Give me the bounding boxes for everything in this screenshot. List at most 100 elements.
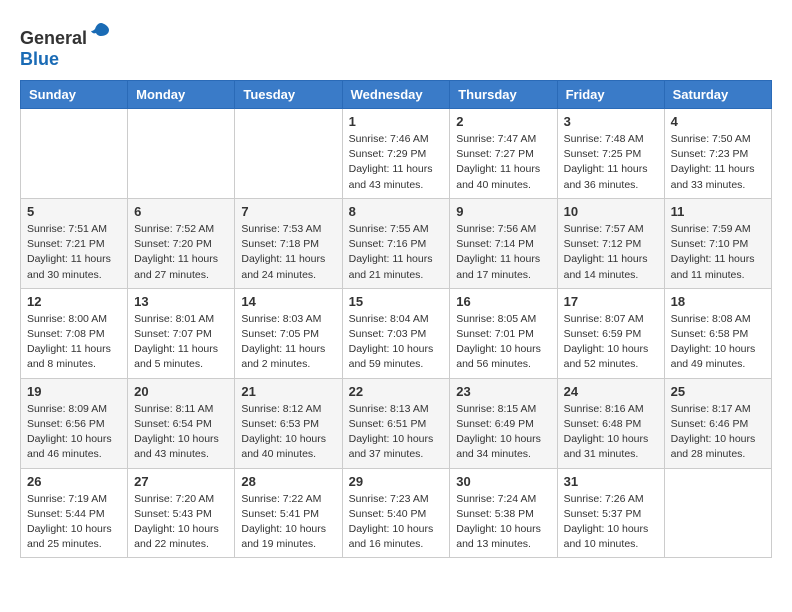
calendar-cell: 10Sunrise: 7:57 AM Sunset: 7:12 PM Dayli…	[557, 198, 664, 288]
calendar-cell: 26 Sunrise: 7:19 AM Sunset: 5:44 PM Dayli…	[21, 468, 128, 558]
day-number: 6	[134, 204, 228, 219]
day-info: Sunrise: 7:24 AM Sunset: 5:38 PM Dayligh…	[456, 492, 550, 553]
day-info: Sunrise: 8:17 AM Sunset: 6:46 PM Dayligh…	[671, 402, 765, 463]
day-info: Sunrise: 7:46 AM Sunset: 7:29 PM Dayligh…	[349, 132, 444, 193]
calendar-cell: 14 Sunrise: 8:03 AM Sunset: 7:05 PM Dayli…	[235, 288, 342, 378]
day-info: Sunrise: 8:12 AM Sunset: 6:53 PM Dayligh…	[241, 402, 335, 463]
day-number: 9	[456, 204, 550, 219]
calendar-cell	[664, 468, 771, 558]
calendar-cell: 12Sunrise: 8:00 AM Sunset: 7:08 PM Dayli…	[21, 288, 128, 378]
calendar-cell: 9Sunrise: 7:56 AM Sunset: 7:14 PM Daylig…	[450, 198, 557, 288]
day-info: Sunrise: 8:11 AM Sunset: 6:54 PM Dayligh…	[134, 402, 228, 463]
calendar-cell: 3 Sunrise: 7:48 AM Sunset: 7:25 PM Daylig…	[557, 109, 664, 199]
calendar-cell: 18 Sunrise: 8:08 AM Sunset: 6:58 PM Dayli…	[664, 288, 771, 378]
day-info: Sunrise: 7:48 AM Sunset: 7:25 PM Dayligh…	[564, 132, 658, 193]
calendar-cell	[235, 109, 342, 199]
day-number: 19	[27, 384, 121, 399]
day-info: Sunrise: 7:47 AM Sunset: 7:27 PM Dayligh…	[456, 132, 550, 193]
day-number: 15	[349, 294, 444, 309]
calendar-cell: 1Sunrise: 7:46 AM Sunset: 7:29 PM Daylig…	[342, 109, 450, 199]
day-info: Sunrise: 7:59 AM Sunset: 7:10 PM Dayligh…	[671, 222, 765, 283]
calendar-cell: 11 Sunrise: 7:59 AM Sunset: 7:10 PM Dayli…	[664, 198, 771, 288]
calendar-cell	[21, 109, 128, 199]
calendar-cell: 2 Sunrise: 7:47 AM Sunset: 7:27 PM Daylig…	[450, 109, 557, 199]
day-number: 14	[241, 294, 335, 309]
day-number: 22	[349, 384, 444, 399]
calendar-cell: 30Sunrise: 7:24 AM Sunset: 5:38 PM Dayli…	[450, 468, 557, 558]
page-header: General Blue	[20, 20, 772, 70]
calendar-cell: 22Sunrise: 8:13 AM Sunset: 6:51 PM Dayli…	[342, 378, 450, 468]
calendar-week-4: 19 Sunrise: 8:09 AM Sunset: 6:56 PM Dayli…	[21, 378, 772, 468]
day-number: 11	[671, 204, 765, 219]
day-info: Sunrise: 8:00 AM Sunset: 7:08 PM Dayligh…	[27, 312, 121, 373]
calendar-cell: 15 Sunrise: 8:04 AM Sunset: 7:03 PM Dayli…	[342, 288, 450, 378]
calendar-cell: 31 Sunrise: 7:26 AM Sunset: 5:37 PM Dayli…	[557, 468, 664, 558]
day-number: 29	[349, 474, 444, 489]
calendar-cell: 17Sunrise: 8:07 AM Sunset: 6:59 PM Dayli…	[557, 288, 664, 378]
day-info: Sunrise: 8:08 AM Sunset: 6:58 PM Dayligh…	[671, 312, 765, 373]
day-number: 18	[671, 294, 765, 309]
day-info: Sunrise: 7:22 AM Sunset: 5:41 PM Dayligh…	[241, 492, 335, 553]
day-info: Sunrise: 8:01 AM Sunset: 7:07 PM Dayligh…	[134, 312, 228, 373]
day-number: 20	[134, 384, 228, 399]
day-number: 2	[456, 114, 550, 129]
day-number: 27	[134, 474, 228, 489]
calendar-week-2: 5Sunrise: 7:51 AM Sunset: 7:21 PM Daylig…	[21, 198, 772, 288]
calendar-cell: 5Sunrise: 7:51 AM Sunset: 7:21 PM Daylig…	[21, 198, 128, 288]
column-header-friday: Friday	[557, 81, 664, 109]
day-number: 8	[349, 204, 444, 219]
column-header-sunday: Sunday	[21, 81, 128, 109]
calendar-week-1: 1Sunrise: 7:46 AM Sunset: 7:29 PM Daylig…	[21, 109, 772, 199]
column-header-wednesday: Wednesday	[342, 81, 450, 109]
day-number: 25	[671, 384, 765, 399]
day-number: 4	[671, 114, 765, 129]
day-number: 28	[241, 474, 335, 489]
calendar-header-row: SundayMondayTuesdayWednesdayThursdayFrid…	[21, 81, 772, 109]
day-info: Sunrise: 7:23 AM Sunset: 5:40 PM Dayligh…	[349, 492, 444, 553]
calendar-cell: 20 Sunrise: 8:11 AM Sunset: 6:54 PM Dayli…	[128, 378, 235, 468]
calendar-cell: 24 Sunrise: 8:16 AM Sunset: 6:48 PM Dayli…	[557, 378, 664, 468]
column-header-monday: Monday	[128, 81, 235, 109]
calendar-cell: 7Sunrise: 7:53 AM Sunset: 7:18 PM Daylig…	[235, 198, 342, 288]
calendar-cell: 29 Sunrise: 7:23 AM Sunset: 5:40 PM Dayli…	[342, 468, 450, 558]
day-number: 13	[134, 294, 228, 309]
day-info: Sunrise: 8:15 AM Sunset: 6:49 PM Dayligh…	[456, 402, 550, 463]
day-number: 24	[564, 384, 658, 399]
calendar-cell: 13 Sunrise: 8:01 AM Sunset: 7:07 PM Dayli…	[128, 288, 235, 378]
day-number: 3	[564, 114, 658, 129]
day-info: Sunrise: 8:03 AM Sunset: 7:05 PM Dayligh…	[241, 312, 335, 373]
day-number: 26	[27, 474, 121, 489]
day-info: Sunrise: 7:19 AM Sunset: 5:44 PM Dayligh…	[27, 492, 121, 553]
logo-general-text: General Blue	[20, 20, 113, 70]
calendar-cell: 16 Sunrise: 8:05 AM Sunset: 7:01 PM Dayli…	[450, 288, 557, 378]
logo-text-general: General	[20, 28, 87, 48]
calendar-cell: 28 Sunrise: 7:22 AM Sunset: 5:41 PM Dayli…	[235, 468, 342, 558]
day-info: Sunrise: 8:04 AM Sunset: 7:03 PM Dayligh…	[349, 312, 444, 373]
column-header-saturday: Saturday	[664, 81, 771, 109]
column-header-tuesday: Tuesday	[235, 81, 342, 109]
column-header-thursday: Thursday	[450, 81, 557, 109]
day-info: Sunrise: 7:57 AM Sunset: 7:12 PM Dayligh…	[564, 222, 658, 283]
day-info: Sunrise: 8:09 AM Sunset: 6:56 PM Dayligh…	[27, 402, 121, 463]
day-number: 31	[564, 474, 658, 489]
day-number: 16	[456, 294, 550, 309]
day-number: 5	[27, 204, 121, 219]
day-number: 21	[241, 384, 335, 399]
day-info: Sunrise: 7:52 AM Sunset: 7:20 PM Dayligh…	[134, 222, 228, 283]
day-info: Sunrise: 8:05 AM Sunset: 7:01 PM Dayligh…	[456, 312, 550, 373]
calendar-week-3: 12Sunrise: 8:00 AM Sunset: 7:08 PM Dayli…	[21, 288, 772, 378]
day-info: Sunrise: 7:26 AM Sunset: 5:37 PM Dayligh…	[564, 492, 658, 553]
logo-text-blue: Blue	[20, 49, 59, 69]
calendar-cell: 27Sunrise: 7:20 AM Sunset: 5:43 PM Dayli…	[128, 468, 235, 558]
day-info: Sunrise: 7:53 AM Sunset: 7:18 PM Dayligh…	[241, 222, 335, 283]
day-info: Sunrise: 7:50 AM Sunset: 7:23 PM Dayligh…	[671, 132, 765, 193]
day-info: Sunrise: 8:07 AM Sunset: 6:59 PM Dayligh…	[564, 312, 658, 373]
day-number: 23	[456, 384, 550, 399]
calendar-cell: 8Sunrise: 7:55 AM Sunset: 7:16 PM Daylig…	[342, 198, 450, 288]
logo: General Blue	[20, 20, 113, 70]
logo-bird-icon	[89, 20, 113, 44]
calendar-cell: 23 Sunrise: 8:15 AM Sunset: 6:49 PM Dayli…	[450, 378, 557, 468]
calendar-cell: 6 Sunrise: 7:52 AM Sunset: 7:20 PM Daylig…	[128, 198, 235, 288]
calendar-cell: 25 Sunrise: 8:17 AM Sunset: 6:46 PM Dayli…	[664, 378, 771, 468]
day-info: Sunrise: 8:16 AM Sunset: 6:48 PM Dayligh…	[564, 402, 658, 463]
